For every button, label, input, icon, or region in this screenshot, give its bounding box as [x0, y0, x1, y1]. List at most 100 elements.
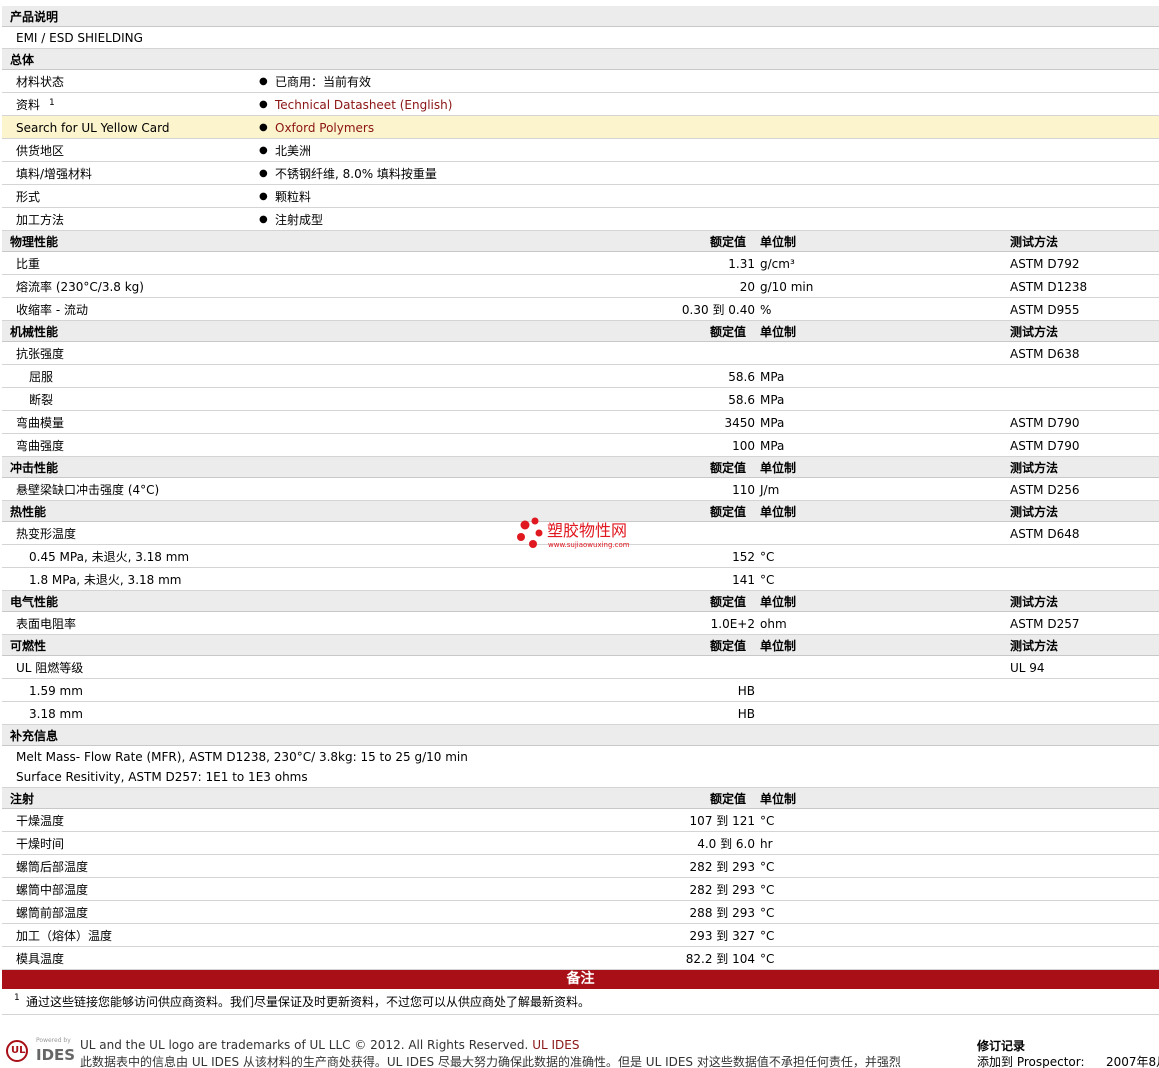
section-header-physical: 物理性能 额定值 单位制 测试方法	[2, 231, 1159, 252]
property-row: 1.59 mm HB	[2, 679, 1159, 702]
section-title: 冲击性能	[10, 461, 59, 475]
watermark: 塑胶物性网 www.sujiaowuxing.com	[517, 517, 630, 549]
footer-line1: UL and the UL logo are trademarks of UL …	[80, 1038, 579, 1052]
property-row: 螺筒后部温度 282 到 293 °C	[2, 855, 1159, 878]
property-unit: MPa	[760, 370, 785, 384]
revision-date: 2007年8月	[1106, 1055, 1159, 1068]
ul-logo-text: UL	[11, 1045, 26, 1056]
product-description-row: EMI / ESD SHIELDING	[2, 27, 1159, 49]
test-method: ASTM D256	[1010, 483, 1080, 497]
general-label[interactable]: Search for UL Yellow Card	[16, 120, 169, 136]
bullet-icon: ●	[259, 99, 268, 110]
general-value: 已商用：当前有效	[275, 75, 372, 89]
section-header-impact: 冲击性能 额定值 单位制 测试方法	[2, 457, 1159, 478]
supplemental-row: Melt Mass- Flow Rate (MFR), ASTM D1238, …	[2, 746, 1159, 788]
value-column-header: 额定值	[710, 595, 747, 609]
ul-ides-link[interactable]: UL IDES	[532, 1038, 579, 1052]
section-header-flammability: 可燃性 额定值 单位制 测试方法	[2, 635, 1159, 656]
property-label: UL 阻燃等级	[16, 661, 84, 675]
property-label: 加工（熔体）温度	[16, 929, 113, 943]
watermark-dot	[531, 517, 539, 525]
section-title: 注射	[10, 792, 35, 806]
section-title: 可燃性	[10, 639, 47, 653]
property-label: 0.45 MPa, 未退火, 3.18 mm	[29, 550, 190, 564]
property-label: 收缩率 - 流动	[16, 303, 88, 317]
unit-column-header: 单位制	[760, 792, 797, 806]
general-value: 北美洲	[275, 144, 312, 158]
unit-column-header: 单位制	[760, 461, 797, 475]
property-row: 干燥温度 107 到 121 °C	[2, 809, 1159, 832]
property-value: 107 到 121	[689, 814, 755, 828]
property-label: 表面电阻率	[16, 617, 77, 631]
property-value: 100	[732, 439, 755, 453]
property-row: UL 阻燃等级 UL 94	[2, 656, 1159, 679]
test-method: ASTM D257	[1010, 617, 1080, 631]
property-value: 110	[732, 483, 755, 497]
property-label: 干燥时间	[16, 837, 65, 851]
unit-column-header: 单位制	[760, 235, 797, 249]
bullet-icon: ●	[259, 145, 268, 156]
watermark-title: 塑胶物性网	[547, 521, 627, 540]
property-unit: °C	[760, 814, 775, 828]
technical-datasheet-link[interactable]: Technical Datasheet (English)	[275, 98, 452, 112]
property-unit: J/m	[760, 483, 780, 497]
property-value: 1.0E+2	[710, 617, 755, 631]
test-method: ASTM D792	[1010, 257, 1080, 271]
property-row: 比重 1.31 g/cm³ ASTM D792	[2, 252, 1159, 275]
unit-column-header: 单位制	[760, 505, 797, 519]
property-label: 弯曲强度	[16, 439, 65, 453]
method-column-header: 测试方法	[1010, 235, 1059, 249]
ides-logo-text: IDES	[36, 1046, 76, 1064]
revision-label: 添加到 Prospector:	[977, 1055, 1085, 1068]
method-column-header: 测试方法	[1010, 461, 1059, 475]
supplemental-line: Melt Mass- Flow Rate (MFR), ASTM D1238, …	[16, 750, 468, 764]
watermark-dot	[520, 520, 530, 530]
section-title: 产品说明	[10, 10, 59, 24]
test-method: UL 94	[1010, 661, 1045, 675]
unit-column-header: 单位制	[760, 595, 797, 609]
section-title: 补充信息	[10, 729, 59, 743]
test-method: ASTM D790	[1010, 416, 1080, 430]
product-description: EMI / ESD SHIELDING	[16, 31, 143, 45]
general-label: 材料状态	[16, 75, 65, 89]
property-value: 1.31	[728, 257, 755, 271]
test-method: ASTM D648	[1010, 527, 1080, 541]
property-label: 断裂	[29, 393, 54, 407]
value-column-header: 额定值	[710, 505, 747, 519]
bullet-icon: ●	[259, 76, 268, 87]
property-label: 弯曲模量	[16, 416, 65, 430]
section-header-general: 总体	[2, 49, 1159, 70]
general-label: 形式	[16, 190, 41, 204]
property-label: 螺筒前部温度	[16, 906, 89, 920]
section-header-product: 产品说明	[2, 6, 1159, 27]
property-unit: %	[760, 303, 772, 317]
property-row: 螺筒前部温度 288 到 293 °C	[2, 901, 1159, 924]
supplemental-line: Surface Resitivity, ASTM D257: 1E1 to 1E…	[16, 770, 308, 784]
footer-copyright: UL and the UL logo are trademarks of UL …	[80, 1038, 529, 1052]
property-row: 螺筒中部温度 282 到 293 °C	[2, 878, 1159, 901]
property-label: 屈服	[29, 370, 54, 384]
test-method: ASTM D638	[1010, 347, 1080, 361]
footer: UL Powered by IDES UL and the UL logo ar…	[0, 1032, 1159, 1068]
property-row: 加工（熔体）温度 293 到 327 °C	[2, 924, 1159, 947]
section-header-mechanical: 机械性能 额定值 单位制 测试方法	[2, 321, 1159, 342]
property-row: 弯曲模量 3450 MPa ASTM D790	[2, 411, 1159, 434]
property-unit: °C	[760, 952, 775, 966]
property-row: 弯曲强度 100 MPa ASTM D790	[2, 434, 1159, 457]
supplier-link[interactable]: Oxford Polymers	[275, 121, 374, 135]
property-label: 热变形温度	[16, 527, 77, 541]
property-row: 抗张强度 ASTM D638	[2, 342, 1159, 365]
property-unit: °C	[760, 550, 775, 564]
property-value: 4.0 到 6.0	[697, 837, 755, 851]
revision-title: 修订记录	[977, 1039, 1026, 1053]
property-value: 288 到 293	[689, 906, 755, 920]
property-unit: g/cm³	[760, 257, 795, 271]
property-row: 3.18 mm HB	[2, 702, 1159, 725]
unit-column-header: 单位制	[760, 325, 797, 339]
bullet-icon: ●	[259, 168, 268, 179]
footnote-marker: 1	[49, 98, 55, 108]
property-label: 悬壁梁缺口冲击强度 (4°C)	[16, 483, 160, 497]
method-column-header: 测试方法	[1010, 639, 1059, 653]
test-method: ASTM D955	[1010, 303, 1080, 317]
watermark-url: www.sujiaowuxing.com	[548, 541, 630, 549]
